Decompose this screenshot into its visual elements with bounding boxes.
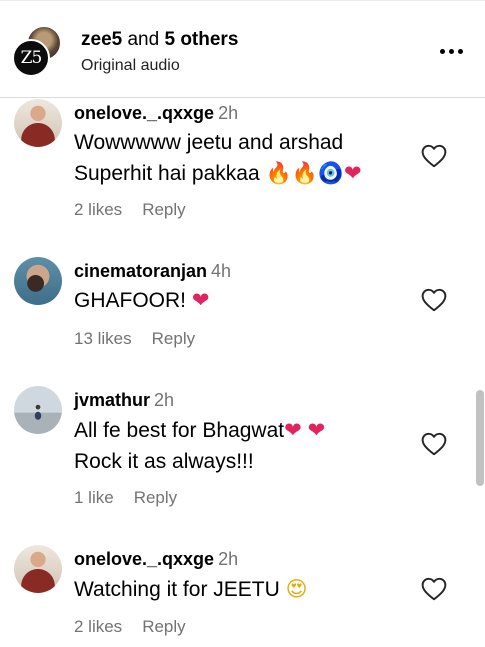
zee5-logo-avatar[interactable]: Z5: [12, 39, 50, 77]
comment-meta: 2 likes Reply: [74, 200, 206, 220]
reply-button[interactable]: Reply: [134, 488, 177, 507]
comment-line-with-emoji: Superhit hai pakkaa 🔥🔥🧿❤: [74, 161, 362, 185]
more-options-icon[interactable]: [434, 39, 468, 63]
account-name[interactable]: zee5: [81, 29, 122, 50]
comment-username[interactable]: onelove._.qxxge: [74, 103, 214, 123]
comment-time: 2h: [154, 390, 175, 410]
comment-username[interactable]: onelove._.qxxge: [74, 549, 214, 569]
comment-username-line: jvmathur 2h: [74, 390, 174, 411]
heart-outline-icon[interactable]: [421, 144, 447, 168]
fire-emoji: 🔥: [265, 161, 292, 185]
heart-outline-icon[interactable]: [421, 577, 447, 601]
audio-label[interactable]: Original audio: [81, 57, 180, 75]
comment-text: Wowwwww jeetu and arshad Superhit hai pa…: [74, 127, 362, 189]
reel-header: Z5 zee5 and 5 others Original audio: [0, 0, 485, 98]
red-heart-emoji: ❤: [284, 418, 302, 442]
like-count[interactable]: 2 likes: [74, 200, 122, 219]
commenter-avatar[interactable]: [14, 545, 62, 593]
comment-line: Rock it as always!!!: [74, 450, 254, 473]
comment-username-line: cinematoranjan 4h: [74, 261, 231, 282]
comment-text: GHAFOOR! ❤: [74, 285, 209, 316]
red-heart-emoji: ❤: [307, 418, 326, 442]
comment-username-line: onelove._.qxxge 2h: [74, 103, 238, 124]
comment-time: 2h: [218, 103, 239, 123]
like-count[interactable]: 13 likes: [74, 329, 132, 348]
others-count[interactable]: 5 others: [164, 29, 238, 50]
header-title[interactable]: zee5 and 5 others: [81, 29, 238, 51]
reply-button[interactable]: Reply: [142, 200, 185, 219]
evil-eye-emoji: 🧿: [317, 161, 344, 185]
commenter-avatar[interactable]: [14, 386, 62, 434]
fire-emoji: 🔥: [291, 161, 318, 185]
commenter-avatar[interactable]: [14, 99, 62, 147]
red-heart-emoji: ❤: [343, 161, 362, 185]
comment-line-with-emoji: Watching it for JEETU 😍: [74, 577, 308, 601]
comment-meta: 13 likes Reply: [74, 329, 215, 349]
heart-outline-icon[interactable]: [421, 288, 447, 312]
comment-meta: 1 like Reply: [74, 488, 197, 508]
comment-line-with-emoji: GHAFOOR! ❤: [74, 288, 210, 312]
heart-eyes-emoji: 😍: [285, 577, 308, 601]
comment-username[interactable]: cinematoranjan: [74, 261, 207, 281]
comments-scrollbar-thumb[interactable]: [476, 390, 484, 486]
comment-username[interactable]: jvmathur: [74, 390, 150, 410]
comment-line-with-emoji: All fe best for Bhagwat❤ ❤: [74, 418, 326, 442]
like-count[interactable]: 1 like: [74, 488, 114, 507]
comment-meta: 2 likes Reply: [74, 617, 206, 637]
commenter-avatar[interactable]: [14, 257, 62, 305]
comment-line: Wowwwww jeetu and arshad: [74, 131, 344, 154]
comment-time: 4h: [211, 261, 232, 281]
comment-username-line: onelove._.qxxge 2h: [74, 549, 238, 570]
and-text: and: [127, 29, 160, 50]
red-heart-emoji: ❤: [191, 288, 210, 312]
collab-avatars[interactable]: Z5: [12, 25, 64, 79]
reply-button[interactable]: Reply: [142, 617, 185, 636]
reply-button[interactable]: Reply: [152, 329, 195, 348]
heart-outline-icon[interactable]: [421, 432, 447, 456]
comment-text: All fe best for Bhagwat❤ ❤ Rock it as al…: [74, 415, 325, 477]
comment-text: Watching it for JEETU 😍: [74, 574, 308, 605]
like-count[interactable]: 2 likes: [74, 617, 122, 636]
comment-time: 2h: [218, 549, 239, 569]
